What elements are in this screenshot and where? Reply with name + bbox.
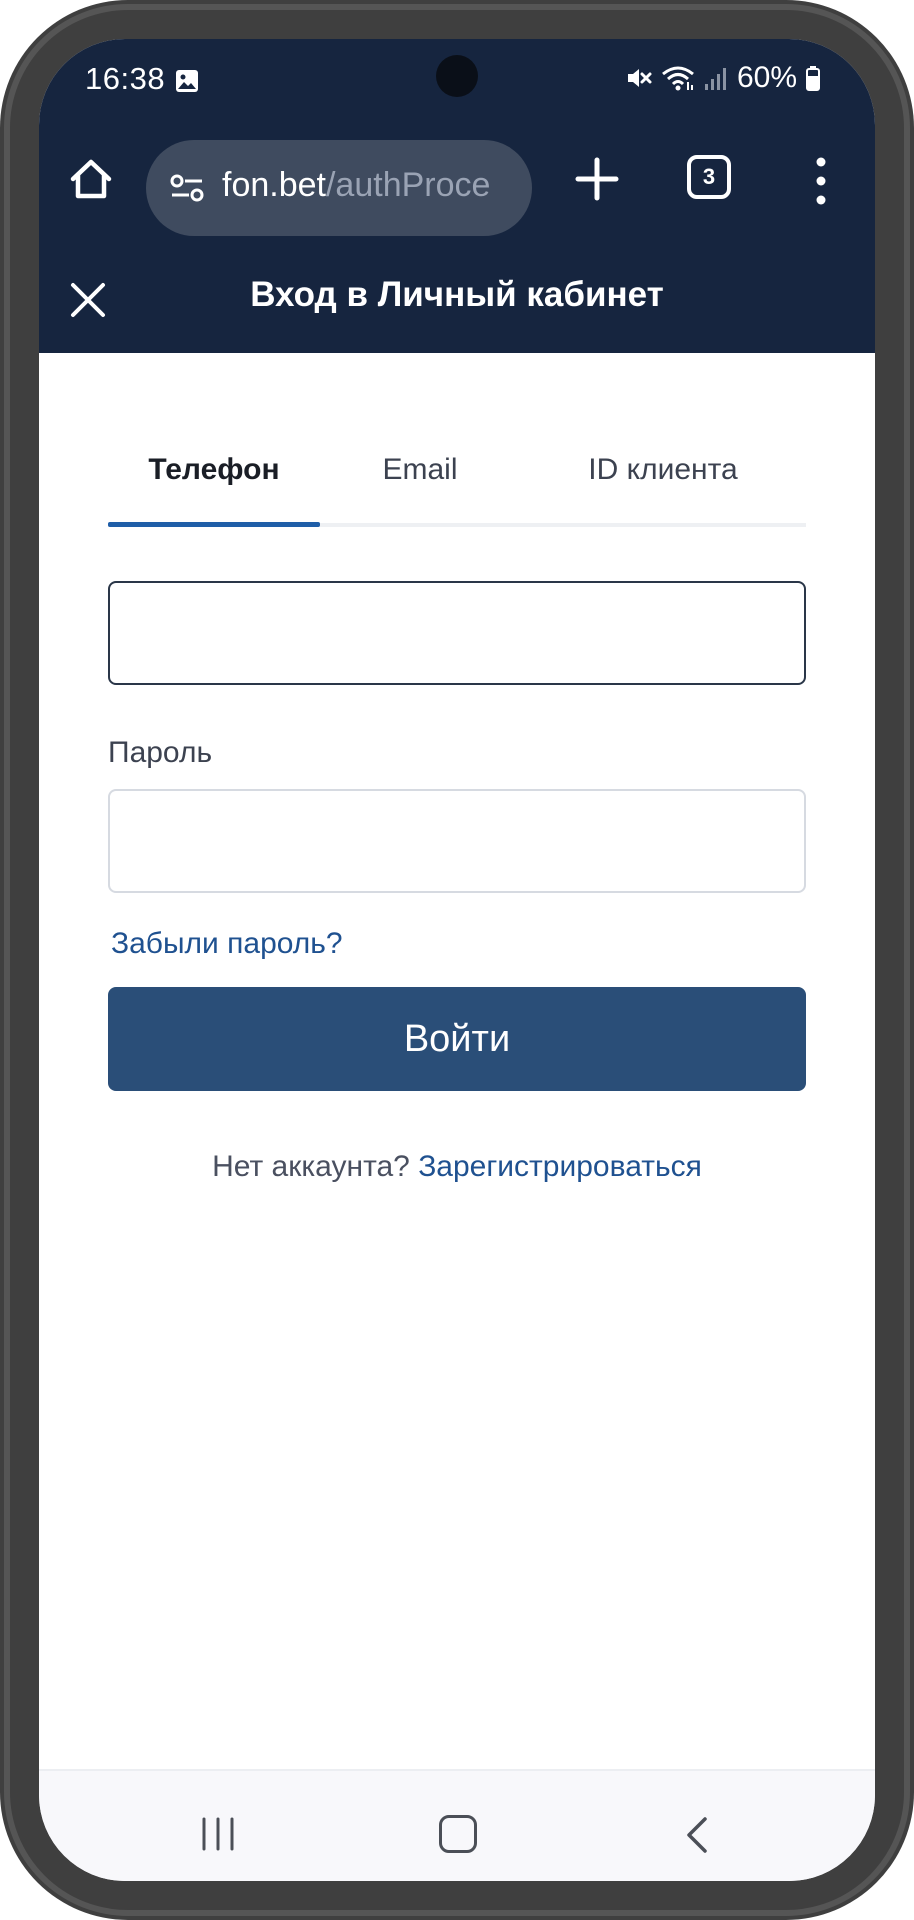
app-header: Вход в Личный кабинет xyxy=(39,249,875,353)
new-tab-button[interactable] xyxy=(572,154,622,204)
register-row: Нет аккаунта? Зарегистрироваться xyxy=(39,1150,875,1184)
back-icon xyxy=(687,1817,707,1853)
active-tab-indicator xyxy=(108,522,320,527)
front-camera xyxy=(436,55,478,97)
back-button[interactable] xyxy=(684,1815,710,1855)
browser-home-button[interactable] xyxy=(63,151,119,207)
page-title: Вход в Личный кабинет xyxy=(250,275,664,314)
address-bar[interactable]: fon.bet/authProce xyxy=(146,140,532,236)
forgot-password-link[interactable]: Забыли пароль? xyxy=(111,927,343,961)
signal-icon xyxy=(703,64,729,92)
url-path: /authProce xyxy=(325,166,491,204)
home-icon xyxy=(70,159,112,199)
phone-input[interactable] xyxy=(108,581,806,685)
no-account-text: Нет аккаунта? xyxy=(212,1150,410,1183)
battery-percent: 60% xyxy=(736,61,797,94)
more-vert-icon xyxy=(816,157,826,205)
mute-icon xyxy=(625,64,653,92)
recents-icon xyxy=(202,1817,234,1851)
register-link[interactable]: Зарегистрироваться xyxy=(418,1150,702,1183)
browser-toolbar: fon.bet/authProce 3 xyxy=(39,121,875,241)
plus-icon xyxy=(575,157,619,201)
password-input[interactable] xyxy=(108,789,806,893)
tab-switcher-button[interactable]: 3 xyxy=(687,155,731,199)
screen: 16:38 60% fon.bet/authProce 3 Вход в Лич… xyxy=(39,39,875,1881)
status-time: 16:38 xyxy=(85,61,166,96)
site-settings-icon[interactable] xyxy=(168,173,206,203)
battery-icon xyxy=(805,64,821,92)
system-nav-bar xyxy=(39,1769,875,1881)
url-domain: fon.bet xyxy=(222,166,326,204)
browser-menu-button[interactable] xyxy=(809,153,833,209)
url-text: fon.bet/authProce xyxy=(222,166,490,205)
recents-button[interactable] xyxy=(200,1815,236,1853)
login-method-tabs: Телефон Email ID клиента xyxy=(108,415,806,527)
tab-client-id[interactable]: ID клиента xyxy=(520,415,806,527)
login-button[interactable]: Войти xyxy=(108,987,806,1091)
tab-email[interactable]: Email xyxy=(320,415,520,527)
home-nav-button[interactable] xyxy=(439,1815,477,1853)
wifi-icon xyxy=(661,64,695,92)
status-icons: 60% xyxy=(625,61,821,95)
password-label: Пароль xyxy=(108,736,213,769)
tab-phone[interactable]: Телефон xyxy=(108,415,320,527)
gallery-icon xyxy=(175,69,199,93)
status-bar: 16:38 60% xyxy=(39,39,875,129)
